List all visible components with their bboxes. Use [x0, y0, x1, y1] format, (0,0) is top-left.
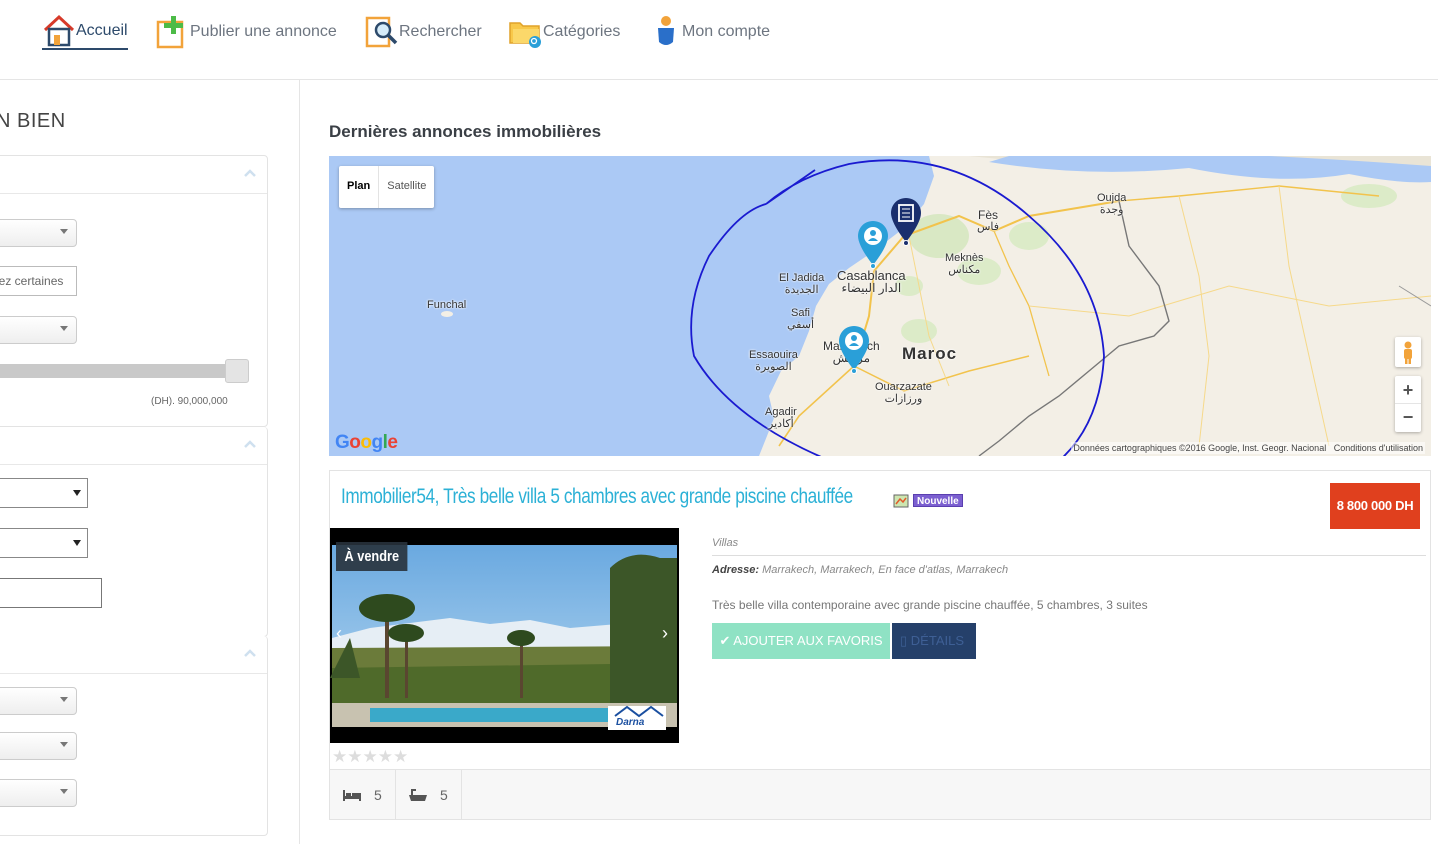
select-field[interactable] — [0, 528, 88, 558]
city-funchal: Funchal — [427, 299, 467, 311]
darna-watermark: Darna — [616, 717, 645, 728]
terms-link[interactable]: Conditions d'utilisation — [1334, 443, 1423, 453]
select-field[interactable] — [0, 732, 77, 760]
filter-panel-3 — [0, 636, 268, 836]
nav-accueil[interactable]: Accueil — [42, 14, 128, 50]
carousel-prev-icon[interactable]: ‹ — [336, 623, 342, 644]
check-icon: ✔ — [719, 633, 731, 648]
listing-title[interactable]: Immobilier54, Très belle villa 5 chambre… — [341, 485, 853, 509]
top-navigation: Accueil Publier une annonce Rechercher C… — [0, 0, 1438, 80]
bed-icon — [343, 790, 361, 801]
pegman-icon — [1404, 341, 1412, 364]
nav-accueil-label: Accueil — [76, 22, 128, 39]
panel-header[interactable] — [0, 427, 267, 465]
type-select[interactable] — [0, 219, 77, 247]
map-terrain — [441, 156, 1431, 456]
map-pin-rabat[interactable] — [889, 196, 923, 246]
sidebar-title: N BIEN — [0, 110, 66, 132]
new-badge: Nouvelle — [913, 494, 963, 507]
select-field[interactable] — [0, 478, 88, 508]
address-line: Adresse: Marrakech, Marrakech, En face d… — [712, 564, 1426, 576]
zoom-out-button[interactable]: − — [1395, 404, 1421, 432]
select-field[interactable] — [0, 779, 77, 807]
search-icon — [365, 15, 399, 49]
chevron-up-icon[interactable] — [243, 646, 257, 660]
document-icon: ▯ — [900, 633, 908, 648]
for-sale-badge: À vendre — [336, 542, 408, 571]
listings-map[interactable]: Plan Satellite Oujda وجدة Fès فاس Meknès مك… — [329, 156, 1431, 456]
listing-description: Très belle villa contemporaine avec gran… — [712, 598, 1148, 612]
bathtub-icon — [409, 789, 427, 801]
keywords-input[interactable]: nez certaines — [0, 266, 77, 296]
map-pin-marrakech[interactable] — [837, 324, 871, 374]
add-to-favorites-button[interactable]: ✔ AJOUTER AUX FAVORIS — [712, 623, 890, 659]
city-el-jadida: El Jadida الجديدة — [779, 272, 825, 296]
zoom-in-button[interactable]: + — [1395, 376, 1421, 404]
search-sidebar: N BIEN nez certaines (DH). 90,000,000 e — [0, 80, 300, 844]
filter-panel-2: e — [0, 427, 268, 637]
select-field[interactable] — [0, 687, 77, 715]
map-attribution: Données cartographiques ©2016 Google, In… — [1071, 442, 1425, 454]
street-view-button[interactable] — [1395, 337, 1421, 367]
details-button[interactable]: ▯ DÉTAILS — [892, 623, 976, 659]
map-pin-casablanca[interactable] — [856, 219, 890, 269]
map-type-satellite[interactable]: Satellite — [379, 166, 434, 208]
add-to-favorites-label: AJOUTER AUX FAVORIS — [733, 633, 883, 648]
listing-photo[interactable]: Darna À vendre ‹ › — [330, 528, 679, 743]
city-casablanca: Casablanca الدار البيضاء — [837, 268, 906, 295]
city-meknes: Meknès مكناس — [945, 252, 984, 276]
listing-features: 5 5 — [330, 769, 1430, 820]
city-ouarzazate: Ouarzazate ورزازات — [875, 381, 932, 405]
rating-stars[interactable]: ★★★★★ — [332, 747, 408, 767]
listing-card: Immobilier54, Très belle villa 5 chambre… — [329, 470, 1431, 820]
page-title: Dernières annonces immobilières — [329, 122, 602, 141]
nav-publier[interactable]: Publier une annonce — [156, 14, 337, 50]
nav-categories[interactable]: Catégories — [509, 14, 620, 50]
chevron-up-icon[interactable] — [243, 166, 257, 180]
city-oujda: Oujda وجدة — [1097, 192, 1127, 216]
price-badge: 8 800 000 DH — [1330, 483, 1420, 529]
bedrooms-feature: 5 — [330, 770, 396, 820]
nav-mon-compte[interactable]: Mon compte — [652, 14, 770, 50]
bedrooms-count: 5 — [374, 787, 382, 803]
folder-icon — [509, 15, 543, 49]
address-value: Marrakech, Marrakech, En face d'atlas, M… — [762, 564, 1009, 576]
nav-categories-label: Catégories — [543, 23, 621, 40]
category-label: Villas — [712, 537, 1426, 556]
bathrooms-feature: 5 — [396, 770, 462, 820]
map-type-toggle[interactable]: Plan Satellite — [339, 166, 435, 208]
city-essaouira: Essaouira الصويرة — [749, 349, 798, 373]
home-icon — [42, 14, 76, 48]
city-agadir: Agadir أكادير — [765, 406, 797, 430]
price-max-label: (DH). 90,000,000 — [151, 396, 228, 407]
filter-panel-1: nez certaines (DH). 90,000,000 — [0, 155, 268, 427]
panel-header[interactable] — [0, 156, 267, 194]
address-label: Adresse: — [712, 564, 760, 576]
map-type-plan[interactable]: Plan — [339, 166, 380, 208]
zoom-controls: + − — [1395, 376, 1421, 432]
nav-rechercher-label: Rechercher — [399, 23, 482, 40]
publish-icon — [156, 15, 190, 49]
nav-rechercher[interactable]: Rechercher — [365, 14, 482, 50]
panel-header[interactable] — [0, 636, 267, 674]
country-label: Maroc — [902, 344, 958, 363]
city-fes: Fès فاس — [977, 208, 1000, 233]
nav-mon-compte-label: Mon compte — [682, 23, 771, 40]
price-slider-handle[interactable] — [225, 359, 249, 383]
attribution-text: Données cartographiques ©2016 Google, In… — [1073, 443, 1327, 453]
price-slider-track[interactable] — [0, 364, 249, 378]
chevron-up-icon[interactable] — [243, 437, 257, 451]
map-marker-icon — [893, 494, 909, 508]
carousel-next-icon[interactable]: › — [662, 623, 668, 644]
listing-details: Villas Adresse: Marrakech, Marrakech, En… — [712, 537, 1426, 659]
city-safi: Safi أسفي — [787, 307, 815, 331]
user-icon — [652, 15, 682, 49]
text-field[interactable]: e — [0, 578, 102, 608]
details-label: DÉTAILS — [910, 633, 964, 648]
google-logo: Google — [335, 432, 398, 453]
nav-publier-label: Publier une annonce — [190, 23, 337, 40]
bathrooms-count: 5 — [440, 787, 448, 803]
city-select[interactable] — [0, 316, 77, 344]
